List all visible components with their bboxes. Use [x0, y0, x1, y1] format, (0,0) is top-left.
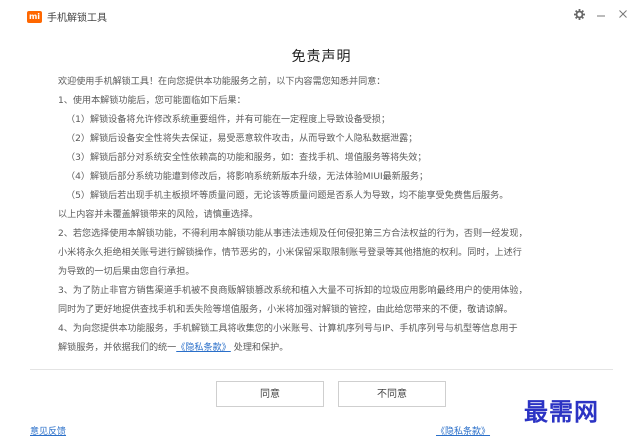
app-title: 手机解锁工具	[47, 13, 107, 24]
paragraph: 4、为向您提供本功能服务，手机解锁工具将收集您的小米账号、计算机序列号与IP、手…	[58, 324, 518, 334]
paragraph-tail: 处理和保护。	[233, 343, 289, 353]
paragraph: （3）解锁后部分对系统安全性依赖高的功能和服务，如：查找手机、增值服务等将失效；	[66, 153, 427, 163]
window-controls	[573, 7, 629, 21]
disclaimer-body: 欢迎使用手机解锁工具！在向您提供本功能服务之前，以下内容需您知悉并同意： 1、使…	[58, 73, 618, 358]
feedback-link[interactable]: 意见反馈	[30, 424, 66, 437]
divider	[30, 369, 613, 370]
disclaimer-title: 免责声明	[291, 49, 352, 65]
paragraph-text: 解锁服务，并依据我们的统一	[58, 343, 177, 353]
privacy-link-inline[interactable]: 《隐私条款》	[176, 343, 231, 353]
mi-logo: mi	[27, 11, 42, 23]
paragraph: （4）解锁后部分系统功能遭到修改后，将影响系统新版本升级，无法体验MIUI最新服…	[66, 172, 429, 182]
watermark: 最需网	[524, 397, 599, 426]
disagree-button[interactable]: 不同意	[338, 381, 446, 407]
paragraph: 1、使用本解锁功能后，您可能面临如下后果：	[58, 96, 246, 106]
paragraph: 2、若您选择使用本解锁功能，不得利用本解锁功能从事违法违规及任何侵犯第三方合法权…	[58, 229, 528, 239]
paragraph: 解锁服务，并依据我们的统一《隐私条款》 处理和保护。	[58, 339, 618, 358]
paragraph: 为导致的一切后果由您自行承担。	[58, 267, 195, 277]
close-icon[interactable]	[617, 7, 629, 21]
gear-icon[interactable]	[573, 7, 585, 21]
minimize-icon[interactable]	[595, 7, 607, 21]
paragraph: （1）解锁设备将允许修改系统重要组件，并有可能在一定程度上导致设备受损；	[66, 115, 391, 125]
title-bar: mi 手机解锁工具	[0, 0, 643, 34]
paragraph: （5）解锁后若出现手机主板损坏等质量问题，无论该等质量问题是否系人为导致，均不能…	[66, 191, 509, 201]
paragraph: 3、为了防止非官方销售渠道手机被不良商贩解锁篡改系统和植入大量不可拆卸的垃圾应用…	[58, 286, 528, 296]
paragraph: 小米将永久拒绝相关账号进行解锁操作，情节恶劣的，小米保留采取限制账号登录等其他措…	[58, 248, 522, 258]
agree-button[interactable]: 同意	[216, 381, 324, 407]
paragraph: （2）解锁后设备安全性将失去保证，易受恶意软件攻击，从而导致个人隐私数据泄露；	[66, 134, 418, 144]
paragraph: 以上内容并未覆盖解锁带来的风险，请慎重选择。	[58, 210, 259, 220]
paragraph: 同时为了更好地提供查找手机和丢失险等增值服务，小米将加强对解锁的管控，由此给您带…	[58, 305, 513, 315]
privacy-link-footer[interactable]: 《隐私条款》	[436, 424, 490, 437]
paragraph: 欢迎使用手机解锁工具！在向您提供本功能服务之前，以下内容需您知悉并同意：	[58, 77, 386, 87]
